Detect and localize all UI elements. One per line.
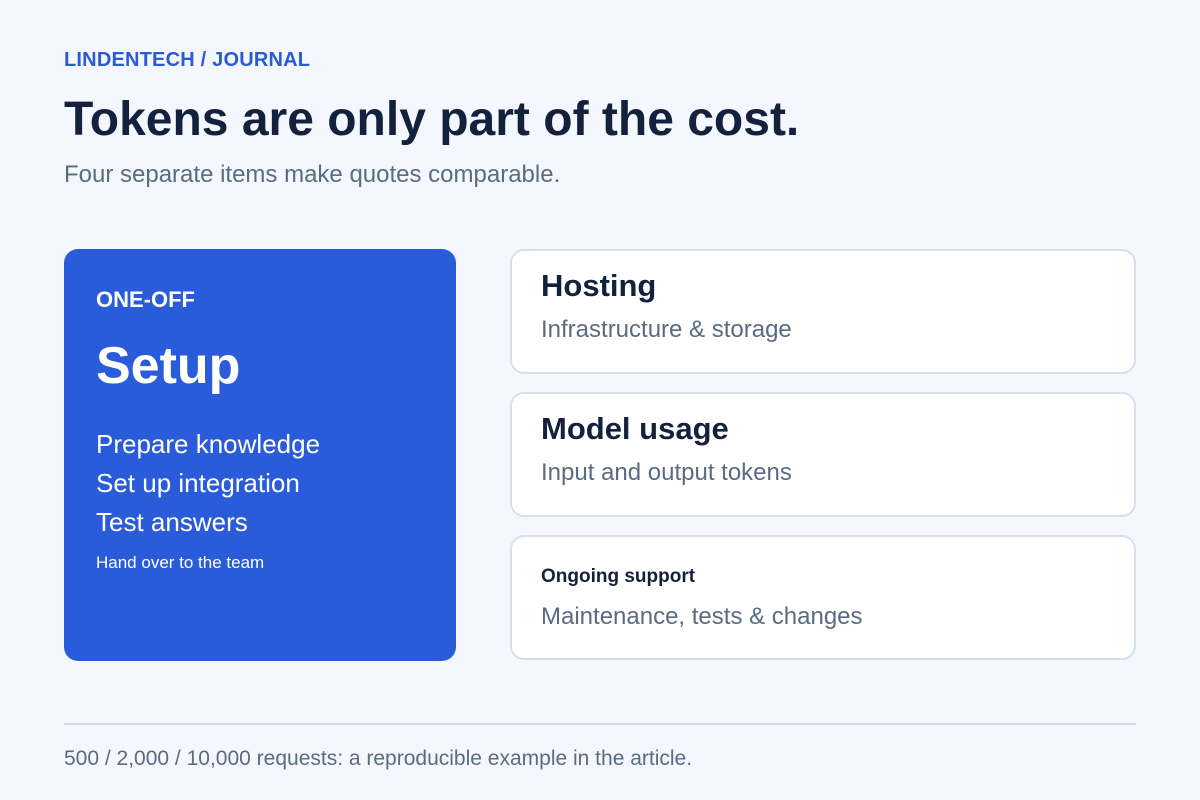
setup-step: Prepare knowledge — [96, 429, 321, 459]
cost-card-title: Hosting — [541, 268, 657, 303]
cost-card-description: Infrastructure & storage — [541, 316, 792, 343]
eyebrow-label: LINDENTECH / JOURNAL — [64, 49, 311, 71]
setup-steps: Prepare knowledge Set up integration Tes… — [96, 425, 320, 542]
footer-divider — [64, 723, 1136, 725]
setup-note: Hand over to the team — [96, 553, 265, 572]
cost-card-model-usage: Model usage Input and output tokens — [510, 392, 1136, 517]
setup-title: Setup — [96, 337, 241, 395]
cost-card-title: Ongoing support — [541, 566, 696, 587]
page-subtitle: Four separate items make quotes comparab… — [64, 161, 561, 188]
setup-step: Set up integration — [96, 468, 300, 498]
footer-note: 500 / 2,000 / 10,000 requests: a reprodu… — [64, 747, 693, 770]
setup-step: Test answers — [96, 507, 248, 537]
setup-kicker: ONE-OFF — [96, 287, 195, 312]
cost-card-ongoing-support: Ongoing support Maintenance, tests & cha… — [510, 535, 1136, 660]
cost-card-hosting: Hosting Infrastructure & storage — [510, 249, 1136, 374]
cost-card-title: Model usage — [541, 411, 729, 446]
cost-card-description: Maintenance, tests & changes — [541, 603, 863, 630]
page-title: Tokens are only part of the cost. — [64, 93, 800, 146]
cost-card-description: Input and output tokens — [541, 459, 792, 486]
setup-card: ONE-OFF Setup Prepare knowledge Set up i… — [64, 249, 456, 661]
